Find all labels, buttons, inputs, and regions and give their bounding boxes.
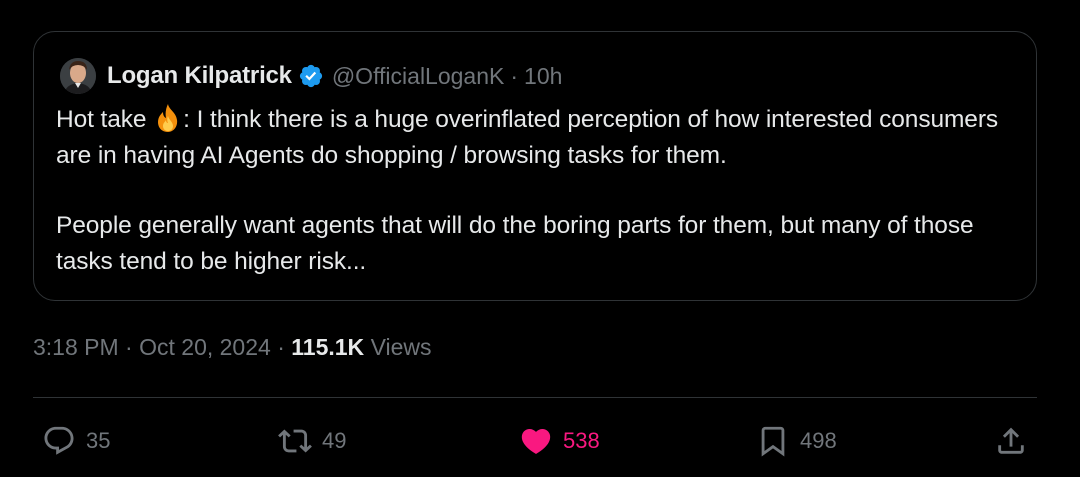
retweet-count: 49 [322,428,347,453]
verified-badge-icon [299,64,322,88]
reply-button[interactable]: 35 [42,421,110,461]
tweet-time[interactable]: 3:18 PM [33,334,119,360]
author-handle[interactable]: @OfficialLoganK [332,63,505,90]
bookmark-button[interactable]: 498 [756,421,837,461]
like-count: 538 [563,428,600,453]
tweet-paragraph-2: People generally want agents that will d… [56,212,974,275]
tweet-date[interactable]: Oct 20, 2024 [139,334,271,360]
fire-icon [158,104,178,132]
reply-count: 35 [86,428,111,453]
text-after-emoji: : I think there is a huge overinflated p… [56,106,999,169]
header-separator: · [510,62,519,89]
share-button[interactable] [994,421,1028,461]
meta-separator-2: · [277,334,285,360]
retweet-icon [278,429,312,453]
tweet-meta: 3:18 PM · Oct 20, 2024 · 115.1K Views [33,334,432,361]
meta-separator-1: · [125,334,133,360]
bookmark-icon [761,426,785,457]
divider [33,397,1037,398]
author-name[interactable]: Logan Kilpatrick [107,62,292,90]
quoted-tweet-text: Hot take : I think there is a huge overi… [56,102,1016,280]
reply-icon [44,426,74,455]
like-button[interactable]: 538 [519,421,600,461]
share-icon [998,427,1024,454]
time-ago[interactable]: 10h [524,63,562,90]
quoted-tweet-card[interactable]: Logan Kilpatrick @OfficialLoganK · 10h H… [33,31,1037,301]
avatar[interactable] [60,58,96,94]
views-label[interactable]: Views [371,334,432,360]
retweet-button[interactable]: 49 [278,421,346,461]
quoted-tweet-header: Logan Kilpatrick @OfficialLoganK · 10h [60,56,562,96]
views-count[interactable]: 115.1K [291,334,364,360]
heart-icon [521,428,551,454]
bookmark-count: 498 [800,428,837,453]
text-before-emoji: Hot take [56,106,154,133]
tweet-paragraph-1: Hot take : I think there is a huge overi… [56,102,1016,174]
